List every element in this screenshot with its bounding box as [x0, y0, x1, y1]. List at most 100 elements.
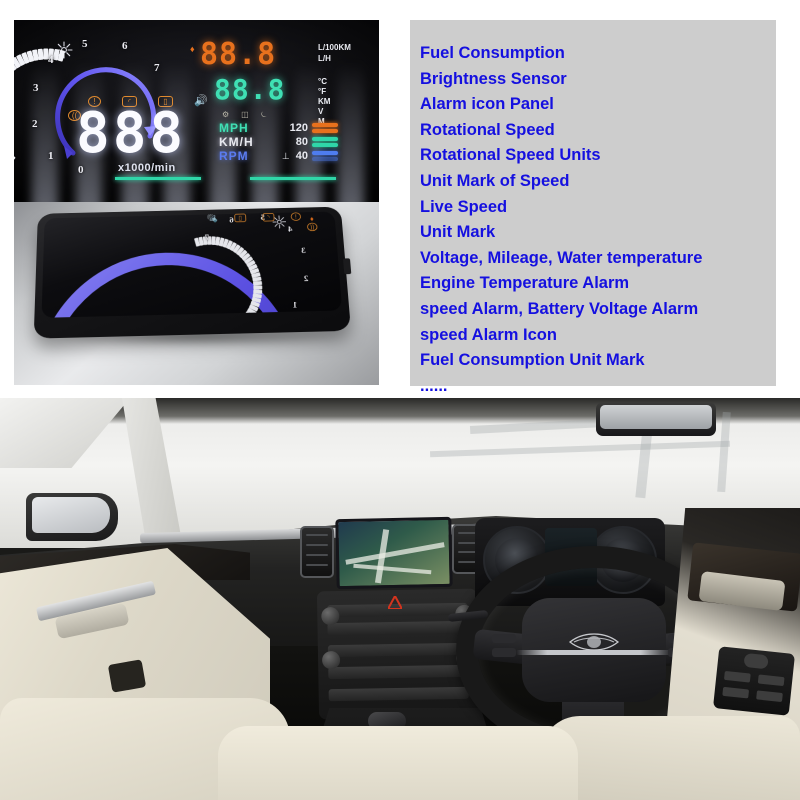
rotational-speed-gauge: 01234567	[41, 212, 327, 318]
feature-item: Rotational Speed Units	[420, 146, 601, 165]
hud-virtual-display: 01234567 (( ! ◜ ▯ 🔊 888 x1000/min ♦ 88.8…	[14, 20, 379, 202]
scale-bar-group	[312, 137, 338, 147]
feature-item: Brightness Sensor	[420, 69, 567, 88]
scale-bar	[312, 143, 338, 147]
level-underline-bar	[250, 177, 336, 180]
car-interior-photo: Head Up Display A800	[0, 398, 800, 800]
rpm-tick	[253, 285, 263, 290]
feature-item: Voltage, Mileage, Water temperature	[420, 248, 703, 267]
rpm-scale-number: 7	[154, 62, 160, 74]
window-switch-4[interactable]	[756, 690, 783, 703]
live-speed-value: 888	[76, 101, 187, 166]
scale-row: 120	[280, 121, 338, 135]
mirrored-hud-content: 01234567 (( ! ◜ ▯ 🔊 888 x1000/min ♦ 88.8…	[41, 212, 315, 318]
fuel-consumption-block: ♦ 88.8 L/100KM L/H	[190, 37, 351, 72]
rpm-tick	[239, 317, 250, 318]
hud-mirrored-reflection: 01234567 (( ! ◜ ▯ 🔊 888 x1000/min ♦ 88.8…	[71, 212, 313, 318]
window-switch-1[interactable]	[723, 670, 751, 683]
hud-device-photo: 01234567 (( ! ◜ ▯ 🔊 888 x1000/min ♦ 88.8…	[14, 202, 379, 385]
unit-km: KM	[318, 97, 331, 106]
fuel-consumption-value: 88.8	[200, 37, 277, 72]
scale-number: 120	[289, 122, 308, 134]
rpm-scale-number: 5	[82, 38, 88, 50]
climate-control-row[interactable]	[327, 620, 468, 636]
rpm-scale-number: 2	[303, 274, 309, 284]
multi-value: 88.8	[214, 73, 286, 106]
scale-bar-group	[312, 151, 338, 161]
hazard-light-button[interactable]	[388, 596, 402, 609]
fuel-unit-secondary: L/H	[318, 54, 331, 63]
fuel-drop-icon: ♦	[309, 215, 314, 223]
nav-road-1	[345, 542, 445, 565]
scale-row: 80	[280, 135, 338, 149]
vent-slat	[306, 544, 328, 546]
rpm-tick	[253, 289, 263, 295]
hud-product-panel: 01234567 (( ! ◜ ▯ 🔊 888 x1000/min ♦ 88.8…	[14, 20, 379, 385]
feature-item: speed Alarm Icon	[420, 325, 557, 344]
scale-bar	[312, 129, 338, 133]
feature-item: Engine Temperature Alarm	[420, 274, 630, 293]
rpm-scale-number: 6	[122, 40, 128, 52]
door-alarm-icon: ◜	[262, 212, 275, 222]
steering-button-left-2[interactable]	[492, 648, 516, 657]
feature-item: Fuel Consumption Unit Mark	[420, 351, 645, 370]
feature-list: Fuel Consumption Brightness Sensor Alarm i…	[420, 41, 776, 399]
feature-item: Unit Mark of Speed	[420, 171, 570, 190]
feature-item: Unit Mark	[420, 223, 496, 242]
scale-bar	[312, 151, 338, 155]
level-icon: ⊥	[281, 150, 290, 161]
center-armrest	[218, 726, 578, 800]
feature-item: ......	[420, 376, 448, 395]
multi-unit-mark: °C °F KM V M	[318, 77, 330, 127]
window-switch-3[interactable]	[722, 686, 750, 699]
odometer-icon: ⏾	[260, 110, 268, 119]
navigation-screen[interactable]	[335, 516, 453, 590]
rpm-underline-bar	[115, 177, 201, 180]
rpm-scale-number: 4	[48, 54, 54, 66]
mirror-adjust-knob[interactable]	[743, 652, 769, 670]
fuel-consumption-unit-mark: L/100KM L/H	[318, 42, 351, 64]
rpm-tick	[242, 314, 253, 318]
climate-control-row[interactable]	[328, 686, 469, 702]
speed-alarm-icon: 🔊	[194, 95, 208, 107]
hud-device-body: 01234567 (( ! ◜ ▯ 🔊 888 x1000/min ♦ 88.8…	[33, 206, 352, 339]
rpm-scale-number: 1	[292, 300, 298, 310]
water-temp-icon: ⚙	[222, 110, 230, 119]
battery-icon: ◫	[241, 110, 249, 119]
unit-mark-of-speed: MPH KM/H RPM	[219, 121, 254, 163]
rpm-scale-number: 7	[204, 232, 210, 243]
vent-slat	[306, 534, 328, 536]
feature-item: Live Speed	[420, 197, 508, 216]
genesis-emblem-icon	[568, 633, 620, 651]
feature-item: speed Alarm, Battery Voltage Alarm	[420, 299, 699, 318]
rpm-tick	[253, 280, 263, 286]
air-vent-center-left[interactable]	[300, 526, 334, 578]
side-mirror-glass	[32, 497, 110, 533]
battery-voltage-alarm-icon: ▯	[234, 213, 247, 223]
passenger-seat	[540, 716, 800, 800]
feature-item: Alarm icon Panel	[420, 95, 554, 114]
climate-control-row[interactable]	[327, 642, 469, 658]
device-side-button[interactable]	[343, 258, 352, 275]
scale-bar	[312, 123, 338, 127]
rpm-scale-number: 2	[32, 118, 38, 130]
climate-control-row[interactable]	[328, 664, 469, 680]
rearview-mirror-glass	[600, 405, 712, 429]
window-switch-panel[interactable]	[712, 646, 796, 716]
scale-bar	[312, 137, 338, 141]
window-switch-2[interactable]	[757, 674, 785, 687]
rpm-scale-number: 1	[48, 150, 54, 162]
projection-beam	[338, 62, 364, 202]
rotational-speed-unit-mark: x1000/min	[118, 162, 176, 174]
fuel-unit-primary: L/100KM	[318, 43, 351, 52]
steering-button-left-1[interactable]	[492, 634, 516, 643]
feature-item: Fuel Consumption	[420, 44, 565, 62]
hud-device-glass: 01234567 (( ! ◜ ▯ 🔊 888 x1000/min ♦ 88.8…	[41, 211, 343, 318]
scale-bar	[312, 157, 338, 161]
rpm-scale-number: 6	[229, 215, 234, 225]
voltage-mileage-watertemp-block: 88.8 °C °F KM V M	[214, 73, 330, 127]
vent-slat	[306, 554, 328, 556]
scale-number: 40	[295, 150, 308, 162]
rpm-scale-number: 0	[268, 311, 274, 318]
left-door-switch-panel[interactable]	[107, 659, 147, 693]
